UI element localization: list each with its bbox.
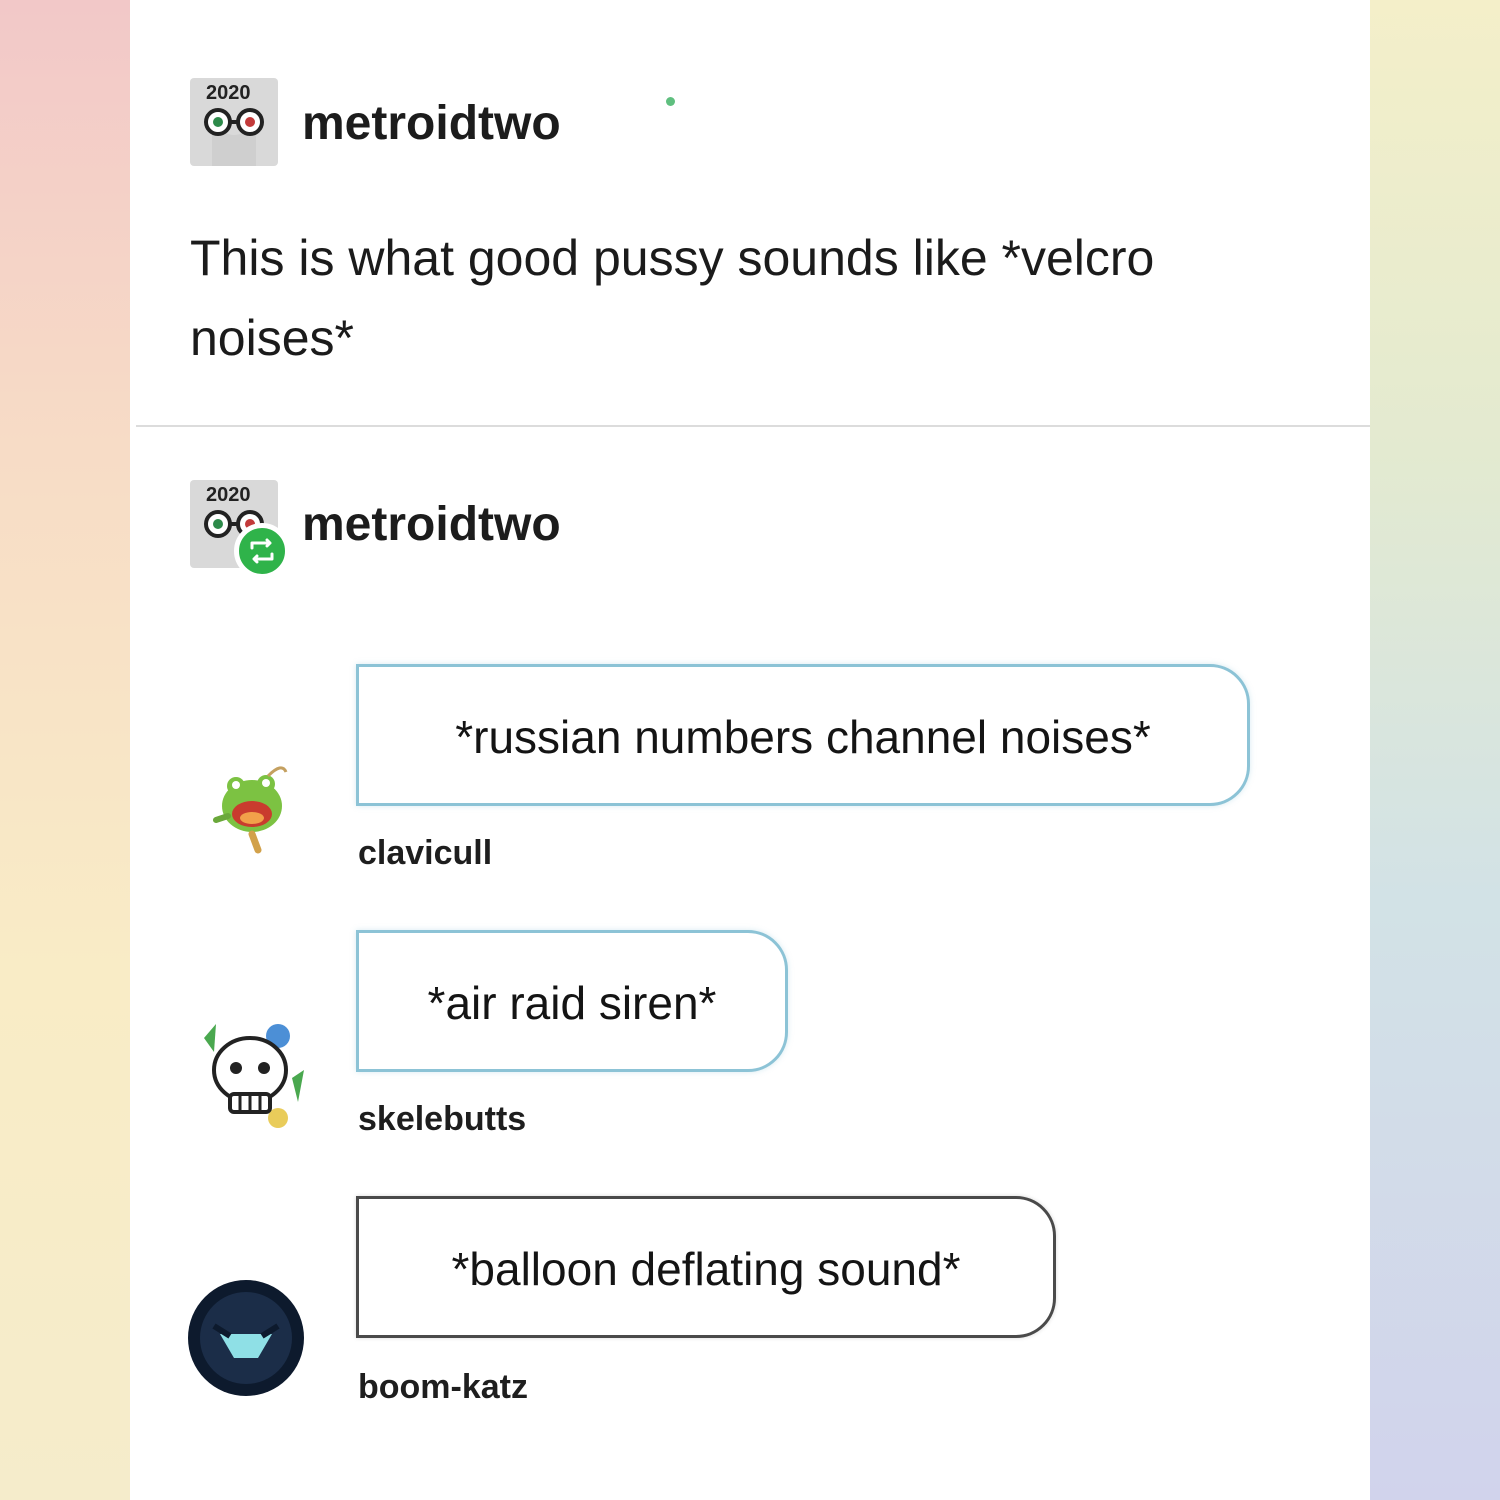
post-author-name[interactable]: metroidtwo (302, 96, 561, 151)
online-status-dot (666, 97, 675, 106)
dark-helmet-avatar-icon[interactable] (186, 1278, 306, 1398)
reblog-author-name[interactable]: metroidtwo (302, 497, 561, 552)
frog-avatar-icon[interactable] (202, 758, 298, 858)
gradient-border-left (0, 0, 130, 1500)
reply-text: *russian numbers channel noises* (455, 711, 1151, 763)
post-card: 2020 metroidtwo This is what good pussy … (130, 0, 1370, 1500)
reply-text: *air raid siren* (427, 977, 717, 1029)
reply-bubble: *balloon deflating sound* (356, 1196, 1056, 1338)
reply-bubble: *air raid siren* (356, 930, 788, 1072)
user-avatar[interactable]: 2020 (190, 78, 278, 166)
post-text: This is what good pussy sounds like *vel… (190, 230, 1155, 366)
post-divider (136, 425, 1370, 427)
skull-avatar-icon[interactable] (194, 1018, 310, 1130)
reply-username[interactable]: clavicull (358, 834, 492, 873)
reply-username[interactable]: skelebutts (358, 1100, 526, 1139)
gradient-border-right (1370, 0, 1500, 1500)
reply-username[interactable]: boom-katz (358, 1368, 528, 1407)
reblog-icon (234, 523, 290, 579)
reply-text: *balloon deflating sound* (451, 1243, 961, 1295)
glasses-icon (204, 108, 264, 166)
reply-bubble: *russian numbers channel noises* (356, 664, 1250, 806)
